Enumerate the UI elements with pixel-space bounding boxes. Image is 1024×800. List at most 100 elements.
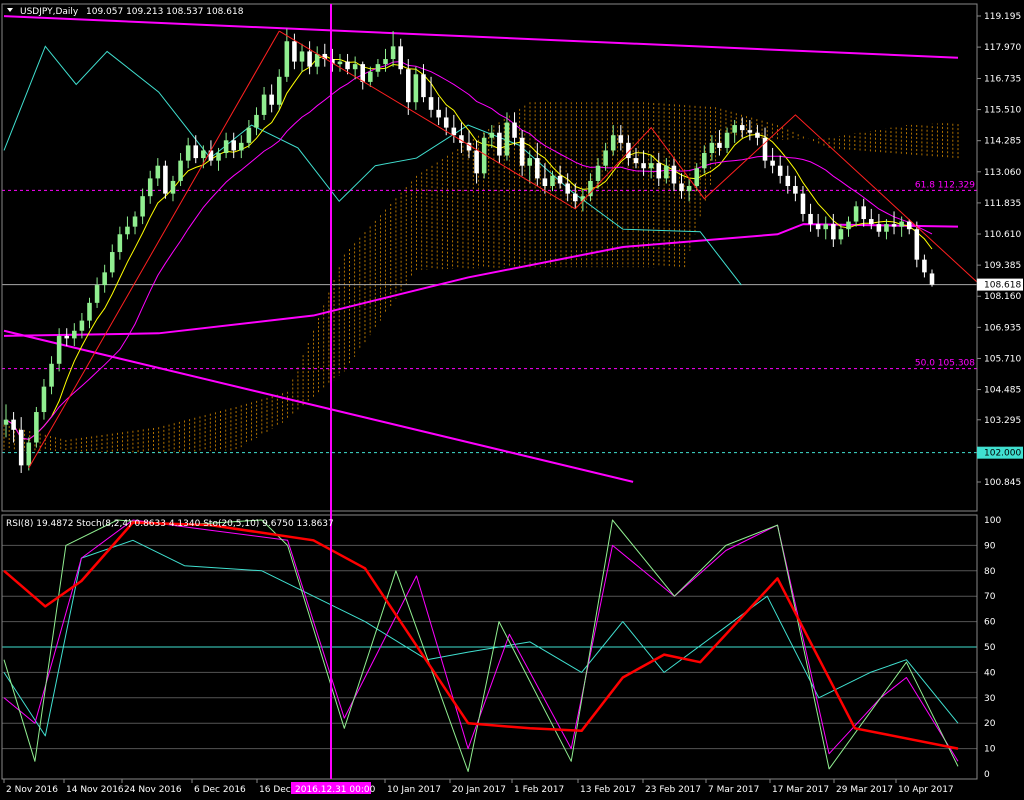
candle-body[interactable] bbox=[815, 224, 821, 230]
candle-body[interactable] bbox=[747, 130, 753, 133]
candle-body[interactable] bbox=[542, 178, 548, 187]
candle-body[interactable] bbox=[565, 183, 570, 194]
candle-body[interactable] bbox=[891, 224, 897, 227]
candle-body[interactable] bbox=[299, 51, 305, 62]
candle-body[interactable] bbox=[383, 59, 388, 65]
candle-body[interactable] bbox=[664, 165, 669, 179]
candle-body[interactable] bbox=[163, 165, 168, 194]
candle-body[interactable] bbox=[831, 224, 836, 240]
candle-body[interactable] bbox=[899, 221, 904, 227]
candle-body[interactable] bbox=[292, 41, 297, 62]
candle-body[interactable] bbox=[178, 160, 183, 181]
candle-body[interactable] bbox=[618, 135, 624, 143]
candle-body[interactable] bbox=[345, 61, 350, 70]
candle-body[interactable] bbox=[314, 53, 320, 67]
candle-body[interactable] bbox=[777, 165, 783, 176]
candle-body[interactable] bbox=[800, 193, 806, 214]
candle-body[interactable] bbox=[656, 163, 662, 179]
candle-body[interactable] bbox=[216, 153, 221, 161]
candle-body[interactable] bbox=[3, 419, 9, 425]
candle-body[interactable] bbox=[724, 132, 730, 148]
candle-body[interactable] bbox=[717, 142, 722, 148]
candle-body[interactable] bbox=[390, 46, 396, 60]
candle-body[interactable] bbox=[709, 142, 715, 154]
candle-body[interactable] bbox=[922, 259, 927, 273]
candle-body[interactable] bbox=[49, 363, 54, 387]
candle-body[interactable] bbox=[519, 137, 525, 166]
candle-body[interactable] bbox=[276, 76, 282, 105]
candle-body[interactable] bbox=[633, 158, 639, 164]
candle-body[interactable] bbox=[451, 127, 457, 136]
candle-body[interactable] bbox=[876, 224, 882, 232]
candle-body[interactable] bbox=[102, 272, 107, 286]
candle-body[interactable] bbox=[595, 165, 601, 181]
candle-body[interactable] bbox=[231, 140, 236, 151]
candle-body[interactable] bbox=[109, 252, 115, 273]
candle-body[interactable] bbox=[368, 71, 373, 82]
candle-body[interactable] bbox=[823, 224, 829, 230]
candle-body[interactable] bbox=[671, 165, 677, 184]
candle-body[interactable] bbox=[884, 224, 889, 232]
candle-body[interactable] bbox=[436, 109, 441, 118]
candle-body[interactable] bbox=[261, 94, 267, 115]
candle-body[interactable] bbox=[254, 114, 259, 128]
candle-body[interactable] bbox=[869, 219, 874, 225]
candle-body[interactable] bbox=[557, 175, 563, 184]
candle-body[interactable] bbox=[56, 335, 62, 364]
candle-body[interactable] bbox=[550, 175, 555, 187]
candle-body[interactable] bbox=[603, 150, 608, 166]
candle-body[interactable] bbox=[170, 180, 176, 194]
candle-body[interactable] bbox=[11, 419, 16, 430]
candle-body[interactable] bbox=[679, 183, 684, 192]
candle-body[interactable] bbox=[474, 150, 479, 174]
candle-body[interactable] bbox=[34, 412, 39, 443]
candle-body[interactable] bbox=[18, 429, 24, 466]
candle-body[interactable] bbox=[641, 163, 646, 169]
candle-body[interactable] bbox=[87, 302, 92, 321]
candle-body[interactable] bbox=[504, 122, 510, 156]
candle-body[interactable] bbox=[246, 127, 252, 143]
candle-body[interactable] bbox=[861, 206, 866, 220]
candle-body[interactable] bbox=[94, 285, 100, 303]
candle-body[interactable] bbox=[808, 213, 813, 225]
candle-body[interactable] bbox=[406, 69, 411, 103]
candle-body[interactable] bbox=[732, 125, 737, 133]
candle-body[interactable] bbox=[535, 158, 540, 179]
candle-body[interactable] bbox=[193, 145, 199, 159]
candle-body[interactable] bbox=[223, 140, 229, 154]
candle-body[interactable] bbox=[610, 135, 616, 151]
candle-body[interactable] bbox=[41, 386, 47, 413]
candle-body[interactable] bbox=[527, 158, 532, 166]
candle-body[interactable] bbox=[398, 46, 403, 70]
candle-body[interactable] bbox=[929, 273, 935, 285]
candle-body[interactable] bbox=[914, 229, 920, 260]
candle-body[interactable] bbox=[201, 150, 206, 159]
candle-body[interactable] bbox=[421, 74, 426, 98]
candle-body[interactable] bbox=[117, 234, 123, 253]
candle-body[interactable] bbox=[648, 163, 654, 169]
candle-body[interactable] bbox=[443, 117, 449, 128]
candle-body[interactable] bbox=[846, 221, 851, 230]
candle-body[interactable] bbox=[375, 64, 381, 72]
candle-body[interactable] bbox=[155, 165, 161, 179]
candle-body[interactable] bbox=[352, 64, 358, 70]
candle-body[interactable] bbox=[755, 132, 760, 138]
candle-body[interactable] bbox=[770, 160, 775, 166]
candle-body[interactable] bbox=[147, 178, 153, 197]
candle-body[interactable] bbox=[906, 221, 912, 230]
candle-body[interactable] bbox=[572, 193, 578, 202]
candle-body[interactable] bbox=[793, 186, 798, 194]
candle-body[interactable] bbox=[269, 94, 274, 105]
candle-body[interactable] bbox=[140, 196, 145, 217]
candle-body[interactable] bbox=[853, 206, 859, 222]
candle-body[interactable] bbox=[284, 41, 290, 77]
candle-body[interactable] bbox=[838, 229, 844, 240]
candle-body[interactable] bbox=[497, 132, 502, 156]
candle-body[interactable] bbox=[64, 335, 69, 339]
candle-body[interactable] bbox=[360, 64, 366, 82]
candle-body[interactable] bbox=[489, 132, 495, 138]
candle-body[interactable] bbox=[132, 216, 138, 227]
candle-body[interactable] bbox=[413, 74, 419, 103]
candle-body[interactable] bbox=[125, 226, 130, 235]
candle-body[interactable] bbox=[785, 175, 791, 187]
